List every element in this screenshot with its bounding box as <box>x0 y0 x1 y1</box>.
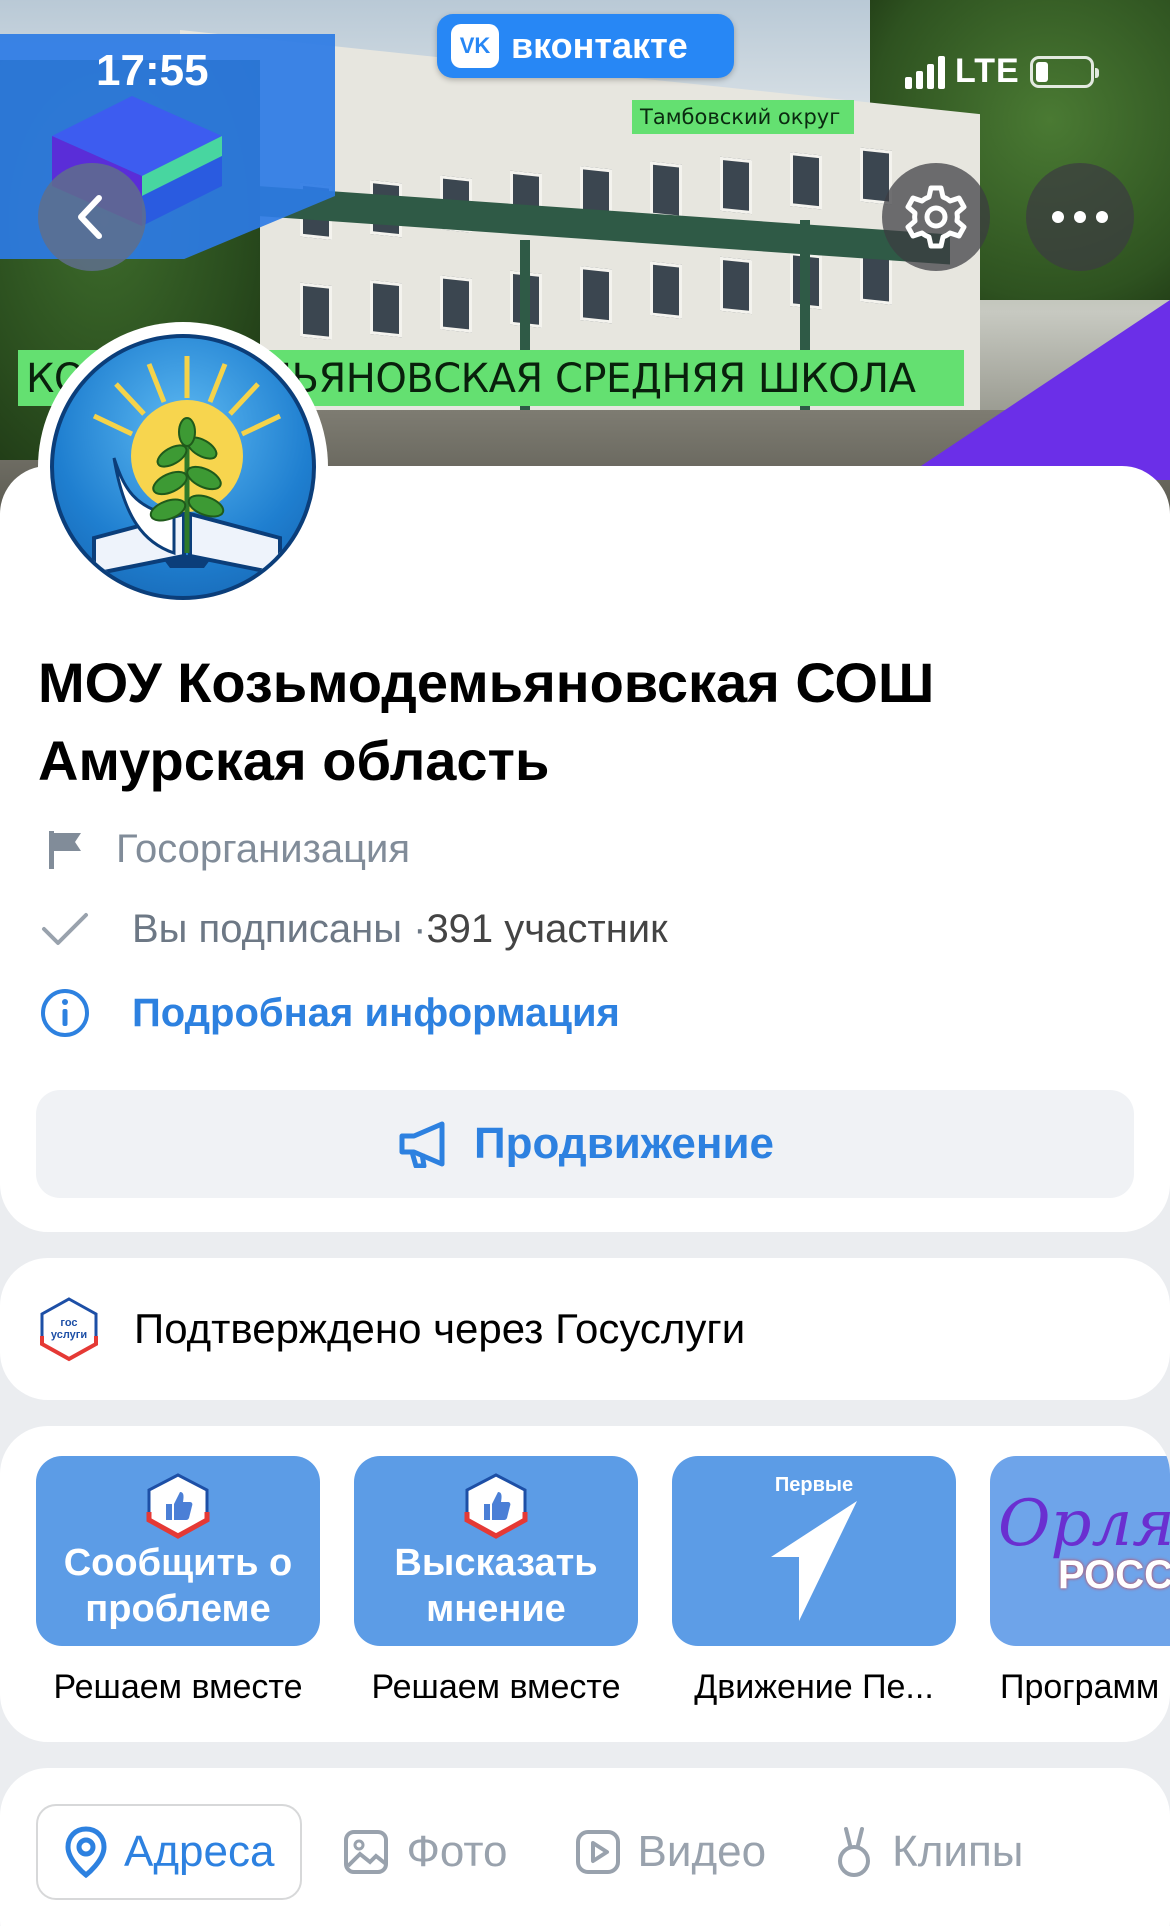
network-type: LTE <box>955 52 1020 90</box>
book-sun-logo-icon <box>92 356 282 577</box>
apps-card: Сообщить о проблеме Решаем вместе Высказ… <box>0 1426 1170 1742</box>
back-button[interactable] <box>38 163 146 271</box>
orlyata-russia-text: РОССИ <box>1058 1553 1170 1597</box>
app-item[interactable]: Первые Движение Пе... <box>672 1456 956 1707</box>
app-item[interactable]: Высказать мнение Решаем вместе <box>354 1456 638 1707</box>
battery-icon <box>1029 55 1099 88</box>
promotion-label: Продвижение <box>473 1119 774 1168</box>
status-time: 17:55 <box>96 46 209 95</box>
verification-card[interactable]: гос услуги Подтверждено через Госуслуги <box>0 1258 1170 1400</box>
clips-icon <box>838 1827 871 1877</box>
tab-clips[interactable]: Клипы <box>806 1804 1049 1900</box>
tab-label: Клипы <box>892 1827 1024 1876</box>
settings-button[interactable] <box>882 163 990 271</box>
tab-label: Фото <box>406 1827 508 1876</box>
gear-icon <box>905 185 967 249</box>
more-button[interactable] <box>1026 163 1134 271</box>
video-icon <box>575 1830 620 1874</box>
tab-photos[interactable]: Фото <box>316 1804 533 1900</box>
tab-label: Видео <box>637 1827 767 1876</box>
app-tile[interactable]: Высказать мнение <box>354 1456 638 1646</box>
megaphone-icon <box>399 1121 445 1168</box>
group-title: МОУ Козьмодемьяновская СОШ Амурская обла… <box>38 651 935 792</box>
app-label: Решаем вместе <box>53 1668 303 1706</box>
district-tag: Тамбовский округ <box>632 100 854 134</box>
orlyata-logo-icon: Орлят <box>998 1487 1170 1561</box>
details-link[interactable]: Подробная информация <box>38 986 620 1040</box>
app-tile-text: Сообщить о проблеме <box>63 1542 293 1630</box>
info-icon <box>38 986 92 1040</box>
app-item[interactable]: Сообщить о проблеме Решаем вместе <box>36 1456 320 1707</box>
app-label: Решаем вместе <box>371 1668 621 1706</box>
chevron-left-icon <box>78 195 102 239</box>
more-horizontal-icon <box>1052 211 1108 223</box>
subscribed-status: Вы подписаны · <box>132 906 427 951</box>
tab-label: Адреса <box>124 1827 275 1876</box>
promotion-button[interactable]: Продвижение <box>36 1090 1134 1198</box>
verification-text: Подтверждено через Госуслуги <box>134 1305 746 1352</box>
app-tile[interactable]: Орлят РОССИ <box>990 1456 1170 1646</box>
app-tile-text: Первые <box>774 1474 854 1496</box>
signal-icon <box>905 55 945 89</box>
vk-logo-icon: VK <box>451 24 499 68</box>
app-label: Программ <box>1000 1668 1160 1706</box>
content-tabs: Адреса Фото Видео Клипы <box>36 1804 1063 1900</box>
group-avatar[interactable] <box>38 322 328 612</box>
subscription-row[interactable]: Вы подписаны · 391 участник <box>38 902 668 956</box>
tab-addresses[interactable]: Адреса <box>36 1804 303 1900</box>
app-label: Движение Пе... <box>694 1668 934 1706</box>
tab-videos[interactable]: Видео <box>548 1804 793 1900</box>
flag-icon <box>38 822 92 876</box>
app-tile-text: Высказать мнение <box>394 1542 598 1630</box>
map-pin-icon <box>65 1826 107 1879</box>
thumbs-up-badge-icon <box>146 1473 210 1539</box>
member-count[interactable]: 391 участник <box>426 907 667 952</box>
vk-brand-pill: VK вконтакте <box>437 14 734 78</box>
image-icon <box>344 1830 389 1874</box>
group-type: Госорганизация <box>116 826 411 871</box>
status-indicators: LTE <box>905 52 1099 91</box>
app-item[interactable]: Орлят РОССИ Программ <box>990 1456 1170 1707</box>
gos-logo-top: гос <box>60 1317 77 1329</box>
thumbs-up-badge-icon <box>464 1473 528 1539</box>
details-label: Подробная информация <box>132 990 620 1035</box>
school-logo <box>50 334 316 600</box>
app-tile[interactable]: Первые <box>672 1456 956 1646</box>
group-type-row: Госорганизация <box>38 822 410 876</box>
app-tile[interactable]: Сообщить о проблеме <box>36 1456 320 1646</box>
arrow-pointer-icon <box>771 1501 857 1621</box>
brand-name: вконтакте <box>511 25 688 66</box>
verification-row: гос услуги Подтверждено через Госуслуги <box>38 1296 745 1362</box>
check-icon <box>38 902 92 956</box>
content-tabs-card: Адреса Фото Видео Клипы <box>0 1768 1170 1926</box>
gosuslugi-logo-icon: гос услуги <box>40 1297 98 1362</box>
gos-logo-bottom: услуги <box>51 1329 87 1341</box>
